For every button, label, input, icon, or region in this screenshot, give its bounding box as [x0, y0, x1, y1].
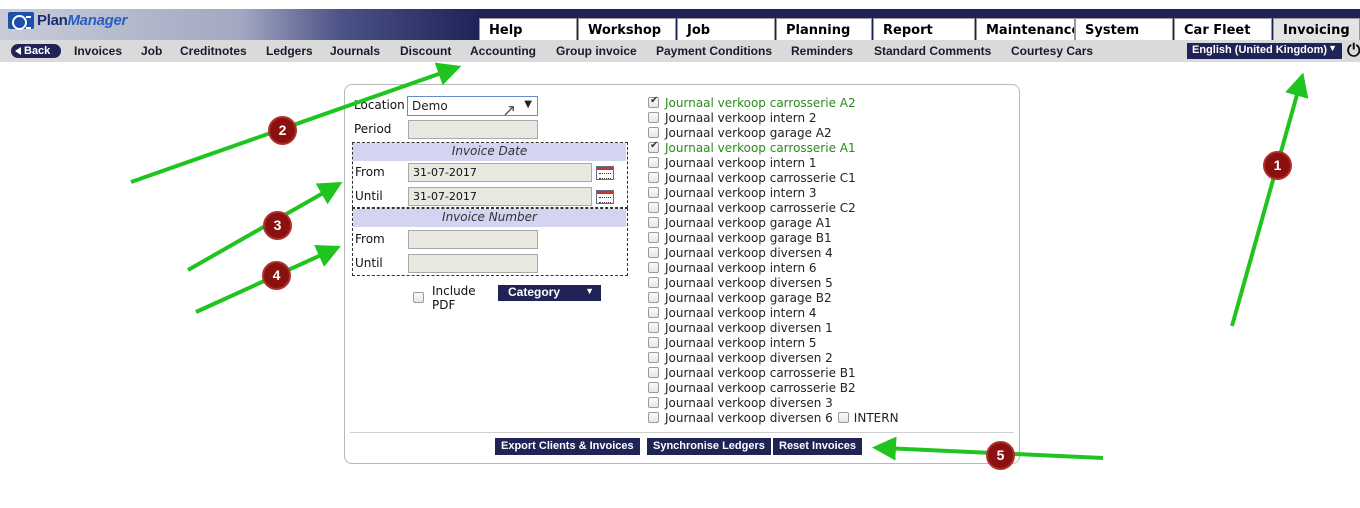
annotation-marker-1: 1 — [1263, 151, 1292, 180]
annotation-arrow-1 — [1230, 72, 1309, 327]
annotation-overlay — [130, 62, 1309, 461]
annotation-marker-5: 5 — [986, 441, 1015, 470]
annotation-marker-4: 4 — [262, 261, 291, 290]
annotation-marker-2: 2 — [268, 116, 297, 145]
annotation-marker-3: 3 — [263, 211, 292, 240]
annotation-arrow-3 — [187, 182, 343, 272]
